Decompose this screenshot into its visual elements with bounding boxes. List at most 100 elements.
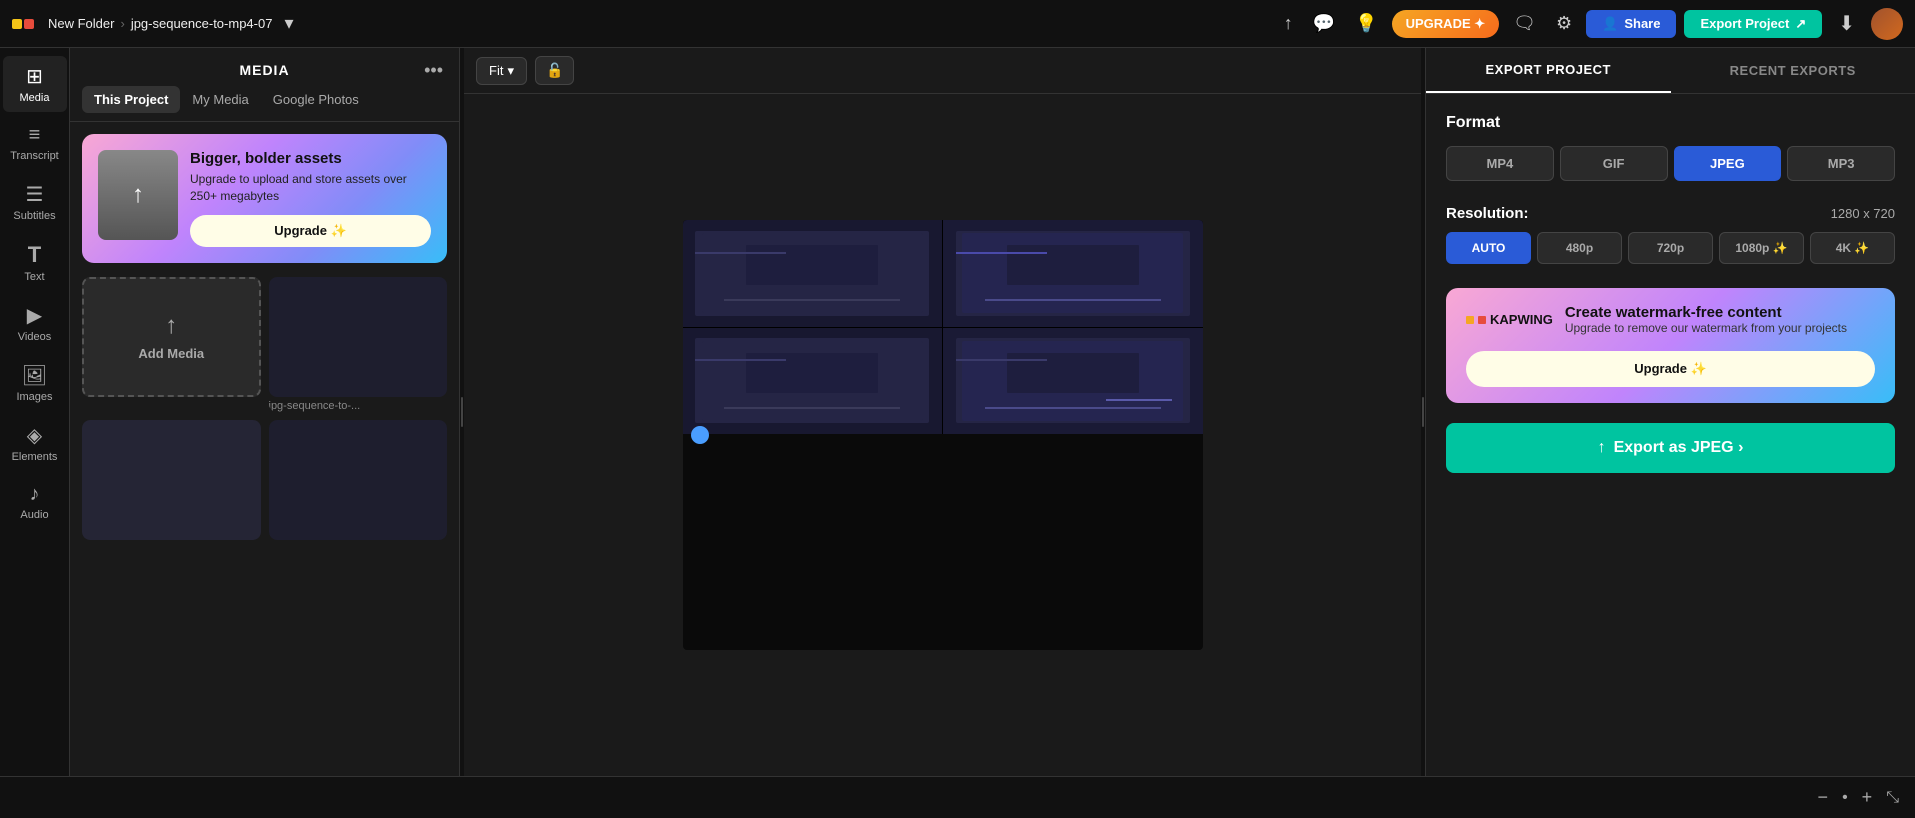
- res-480p-btn[interactable]: 480p: [1537, 232, 1622, 264]
- upload-btn[interactable]: ↑: [1278, 9, 1299, 38]
- sidebar-item-transcript-label: Transcript: [10, 150, 59, 162]
- fit-label: Fit: [489, 63, 503, 78]
- left-sidebar: ⊞ Media ≡ Transcript ☰ Subtitles T Text …: [0, 48, 70, 776]
- sidebar-item-transcript[interactable]: ≡ Transcript: [3, 116, 67, 170]
- tab-export-project[interactable]: EXPORT PROJECT: [1426, 48, 1671, 93]
- tab-recent-exports[interactable]: RECENT EXPORTS: [1671, 48, 1915, 93]
- upgrade-card-btn[interactable]: Upgrade ✨: [190, 215, 431, 247]
- export-btn-label: Export as JPEG ›: [1614, 439, 1744, 457]
- tab-this-project[interactable]: This Project: [82, 86, 180, 113]
- upgrade-card-desc: Upgrade to upload and store assets over …: [190, 171, 431, 205]
- media-thumb-2[interactable]: [82, 420, 261, 540]
- sidebar-item-text-label: Text: [24, 271, 44, 283]
- chat-icon-btn[interactable]: 🗨: [1507, 9, 1542, 38]
- share-btn[interactable]: 👤 Share: [1586, 10, 1676, 38]
- upgrade-banner-title: Create watermark-free content: [1565, 304, 1847, 321]
- sidebar-item-images[interactable]: 🖼 Images: [3, 355, 67, 411]
- format-jpeg-btn[interactable]: JPEG: [1674, 146, 1782, 181]
- format-label: Format: [1446, 114, 1895, 132]
- fit-chevron: ▾: [507, 63, 514, 79]
- media-panel-more-btn[interactable]: •••: [424, 60, 443, 81]
- upgrade-banner-desc: Upgrade to remove our watermark from you…: [1565, 321, 1847, 335]
- media-thumb-3[interactable]: [269, 420, 448, 540]
- resolution-row: Resolution: 1280 x 720: [1446, 205, 1895, 222]
- preview-toolbar: Fit ▾ 🔓: [464, 48, 1421, 94]
- chat-btn[interactable]: 💬: [1307, 9, 1341, 38]
- add-media-inner[interactable]: ↑ Add Media: [82, 277, 261, 397]
- res-auto-btn[interactable]: AUTO: [1446, 232, 1531, 264]
- zoom-controls: − • + ⤡: [1812, 785, 1899, 810]
- media-panel-header: MEDIA •••: [70, 48, 459, 86]
- media-thumb-3-inner: [269, 420, 448, 540]
- settings-btn[interactable]: ⚙: [1550, 9, 1578, 38]
- media-panel-title: MEDIA: [239, 62, 289, 78]
- sidebar-item-media[interactable]: ⊞ Media: [3, 56, 67, 112]
- videos-icon: ▶: [27, 303, 42, 328]
- res-4k-btn[interactable]: 4K ✨: [1810, 232, 1895, 264]
- upgrade-card-content: Bigger, bolder assets Upgrade to upload …: [190, 150, 431, 247]
- preview-cell-2: [943, 220, 1203, 327]
- media-thumb-1-inner: [269, 277, 448, 397]
- bottom-bar: − • + ⤡: [0, 776, 1915, 818]
- upgrade-card-title: Bigger, bolder assets: [190, 150, 431, 167]
- scrubber-handle[interactable]: [691, 426, 709, 444]
- zoom-out-btn[interactable]: −: [1812, 785, 1835, 810]
- avatar[interactable]: [1871, 8, 1903, 40]
- breadcrumb: New Folder › jpg-sequence-to-mp4-07 ▾: [48, 9, 300, 38]
- share-label: Share: [1624, 16, 1660, 31]
- lightbulb-btn[interactable]: 💡: [1349, 9, 1383, 38]
- logo-sq-yellow: [12, 19, 22, 29]
- download-btn[interactable]: ⬇: [1830, 7, 1863, 40]
- res-720p-btn[interactable]: 720p: [1628, 232, 1713, 264]
- media-thumb-1-label: jpg-sequence-to-...: [269, 400, 448, 412]
- main-area: ⊞ Media ≡ Transcript ☰ Subtitles T Text …: [0, 48, 1915, 776]
- sidebar-item-videos[interactable]: ▶ Videos: [3, 295, 67, 351]
- res-1080p-btn[interactable]: 1080p ✨: [1719, 232, 1804, 264]
- sidebar-item-subtitles[interactable]: ☰ Subtitles: [3, 174, 67, 230]
- upgrade-banner-text: Create watermark-free content Upgrade to…: [1565, 304, 1847, 335]
- folder-name: New Folder: [48, 16, 114, 31]
- kapwing-logo-text: KAPWING: [1490, 312, 1553, 327]
- sidebar-item-elements[interactable]: ◈ Elements: [3, 415, 67, 471]
- transcript-icon: ≡: [29, 124, 41, 147]
- export-as-jpeg-btn[interactable]: ↑ Export as JPEG ›: [1446, 423, 1895, 473]
- add-media-thumb[interactable]: ↑ Add Media: [82, 277, 261, 412]
- zoom-in-btn[interactable]: +: [1856, 785, 1879, 810]
- tab-my-media[interactable]: My Media: [180, 86, 260, 113]
- media-grid: ↑ Add Media jpg-sequence-to-...: [82, 277, 447, 540]
- export-upload-icon: ↑: [1598, 439, 1606, 457]
- images-icon: 🖼: [22, 363, 47, 388]
- format-mp4-btn[interactable]: MP4: [1446, 146, 1554, 181]
- kapwing-logo: KAPWING: [1466, 312, 1553, 327]
- media-thumb-1[interactable]: jpg-sequence-to-...: [269, 277, 448, 412]
- media-panel: MEDIA ••• This Project My Media Google P…: [70, 48, 460, 776]
- preview-cell-3: [683, 328, 943, 435]
- upgrade-card-thumb: ↑: [98, 150, 178, 240]
- text-icon: T: [28, 242, 41, 268]
- export-panel: EXPORT PROJECT RECENT EXPORTS Format MP4…: [1425, 48, 1915, 776]
- upgrade-banner: KAPWING Create watermark-free content Up…: [1446, 288, 1895, 403]
- sidebar-item-text[interactable]: T Text: [3, 234, 67, 291]
- project-dropdown-btn[interactable]: ▾: [278, 9, 299, 38]
- app-logo: [12, 19, 34, 29]
- format-mp3-btn[interactable]: MP3: [1787, 146, 1895, 181]
- fit-btn[interactable]: Fit ▾: [476, 57, 527, 85]
- preview-cell-4: [943, 328, 1203, 435]
- sidebar-item-media-label: Media: [20, 92, 50, 104]
- lock-btn[interactable]: 🔓: [535, 56, 574, 85]
- export-project-btn[interactable]: Export Project ↗: [1684, 10, 1822, 38]
- lock-icon: 🔓: [546, 62, 563, 78]
- upgrade-banner-btn[interactable]: Upgrade ✨: [1466, 351, 1875, 387]
- preview-area: Fit ▾ 🔓: [464, 48, 1421, 776]
- upgrade-btn[interactable]: UPGRADE ✦: [1392, 10, 1500, 38]
- sidebar-item-elements-label: Elements: [12, 451, 58, 463]
- media-thumb-2-inner: [82, 420, 261, 540]
- upgrade-banner-top: KAPWING Create watermark-free content Up…: [1466, 304, 1875, 335]
- zoom-expand-icon: ⤡: [1886, 789, 1899, 807]
- zoom-reset-btn[interactable]: •: [1842, 789, 1848, 807]
- sidebar-item-audio-label: Audio: [20, 509, 48, 521]
- tab-google-photos[interactable]: Google Photos: [261, 86, 371, 113]
- sidebar-item-audio[interactable]: ♪ Audio: [3, 475, 67, 529]
- format-gif-btn[interactable]: GIF: [1560, 146, 1668, 181]
- export-content: Format MP4 GIF JPEG MP3 Resolution: 1280…: [1426, 94, 1915, 776]
